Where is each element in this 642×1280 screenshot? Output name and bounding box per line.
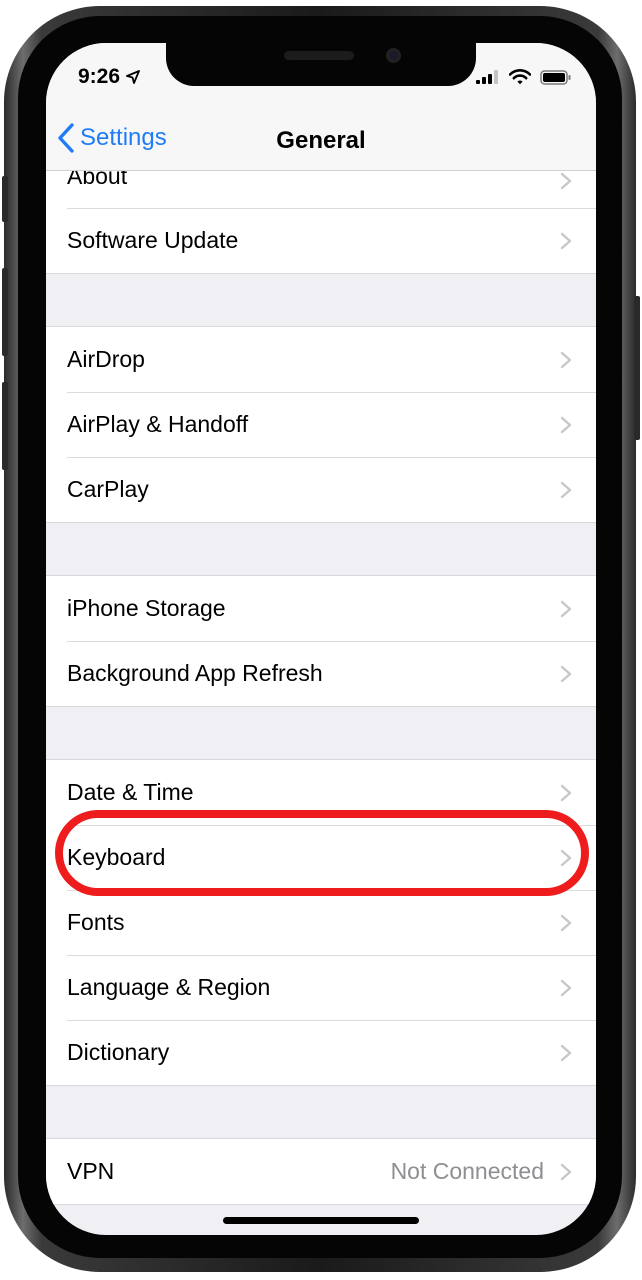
chevron-right-icon	[560, 351, 572, 369]
chevron-right-icon	[560, 849, 572, 867]
row-label: About	[67, 171, 128, 189]
row-keyboard[interactable]: Keyboard	[46, 825, 596, 890]
row-background-app-refresh[interactable]: Background App Refresh	[46, 641, 596, 706]
battery-icon	[540, 69, 571, 85]
settings-group: iPhone Storage Background App Refresh	[46, 575, 596, 707]
row-label: Date & Time	[67, 779, 194, 805]
volume-down-button	[2, 382, 8, 470]
vpn-status: Not Connected	[390, 1158, 544, 1184]
section-gap	[46, 1086, 596, 1138]
chevron-right-icon	[560, 232, 572, 250]
row-date-time[interactable]: Date & Time	[46, 760, 596, 825]
row-carplay[interactable]: CarPlay	[46, 457, 596, 522]
side-button	[634, 296, 640, 440]
section-gap	[46, 523, 596, 575]
chevron-right-icon	[560, 914, 572, 932]
screen: 9:26 Settings General About Software Upd…	[46, 43, 596, 1235]
row-airdrop[interactable]: AirDrop	[46, 327, 596, 392]
row-label: Dictionary	[67, 1039, 170, 1065]
settings-list: About Software Update AirDrop AirPlay & …	[46, 171, 596, 1205]
page-title: General	[276, 127, 366, 154]
chevron-right-icon	[560, 416, 572, 434]
notch	[166, 43, 476, 86]
row-label: Keyboard	[67, 844, 166, 870]
row-software-update[interactable]: Software Update	[46, 208, 596, 273]
chevron-right-icon	[560, 1044, 572, 1062]
chevron-right-icon	[560, 784, 572, 802]
row-label: AirDrop	[67, 346, 145, 372]
section-gap	[46, 274, 596, 326]
chevron-right-icon	[560, 172, 572, 190]
row-about[interactable]: About	[46, 171, 596, 208]
status-time: 9:26	[78, 65, 121, 88]
home-indicator	[223, 1217, 419, 1224]
chevron-right-icon	[560, 979, 572, 997]
navigation-bar: Settings General	[46, 113, 596, 171]
front-camera	[386, 48, 401, 63]
settings-group: About Software Update	[46, 171, 596, 274]
row-language-region[interactable]: Language & Region	[46, 955, 596, 1020]
status-icons	[476, 69, 572, 85]
row-label: VPN	[67, 1158, 115, 1184]
row-vpn[interactable]: VPN Not Connected	[46, 1139, 596, 1204]
chevron-right-icon	[560, 1163, 572, 1181]
row-airplay-handoff[interactable]: AirPlay & Handoff	[46, 392, 596, 457]
mute-switch	[2, 176, 8, 222]
row-label: CarPlay	[67, 476, 149, 502]
status-time-group: 9:26	[78, 65, 140, 89]
section-gap	[46, 707, 596, 759]
chevron-right-icon	[560, 665, 572, 683]
row-iphone-storage[interactable]: iPhone Storage	[46, 576, 596, 641]
row-label: Language & Region	[67, 974, 271, 1000]
location-arrow-icon	[126, 70, 140, 84]
volume-up-button	[2, 268, 8, 356]
status-bar: 9:26	[46, 43, 596, 113]
chevron-right-icon	[560, 481, 572, 499]
row-fonts[interactable]: Fonts	[46, 890, 596, 955]
row-label: Software Update	[67, 227, 239, 253]
settings-group: AirDrop AirPlay & Handoff CarPlay	[46, 326, 596, 523]
speaker	[284, 51, 354, 60]
wifi-icon	[509, 69, 531, 85]
settings-group: Date & Time Keyboard Fonts Language & Re…	[46, 759, 596, 1086]
row-dictionary[interactable]: Dictionary	[46, 1020, 596, 1085]
row-label: AirPlay & Handoff	[67, 411, 249, 437]
row-label: Background App Refresh	[67, 660, 323, 686]
settings-group: VPN Not Connected	[46, 1138, 596, 1205]
row-label: Fonts	[67, 909, 125, 935]
cellular-signal-icon	[476, 70, 498, 84]
row-label: iPhone Storage	[67, 595, 226, 621]
chevron-right-icon	[560, 600, 572, 618]
